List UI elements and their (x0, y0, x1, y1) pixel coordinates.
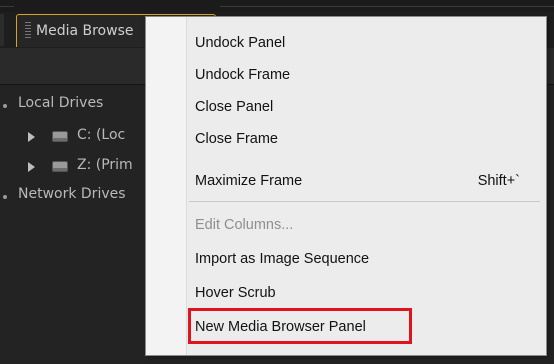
menu-item-label: Edit Columns... (195, 217, 294, 233)
tree-node-icon (3, 195, 7, 199)
tree-item-local-drives[interactable]: Local Drives (18, 95, 103, 111)
grip-icon[interactable] (25, 22, 31, 40)
menu-item-label: Maximize Frame (195, 173, 303, 189)
panel-context-menu: Undock Panel Undock Frame Close Panel Cl… (145, 16, 547, 356)
menu-item-close-panel[interactable]: Close Panel (187, 91, 542, 123)
menu-item-label: Undock Frame (195, 67, 291, 83)
expand-arrow-icon[interactable] (28, 162, 35, 172)
menu-item-shortcut: Shift+` (477, 173, 520, 189)
menu-item-label: Undock Panel (195, 35, 286, 51)
menu-item-new-media-browser-panel[interactable]: New Media Browser Panel (187, 311, 542, 343)
drive-icon (52, 131, 68, 142)
menu-item-label: Close Frame (195, 131, 278, 147)
menu-item-import-image-sequence[interactable]: Import as Image Sequence (187, 243, 542, 275)
menu-item-label: Import as Image Sequence (195, 251, 370, 267)
tab-label: Media Browse (36, 23, 134, 39)
expand-arrow-icon[interactable] (28, 132, 35, 142)
tree-item-drive-z[interactable]: Z: (Prim (77, 157, 133, 173)
menu-item-label: New Media Browser Panel (195, 319, 366, 335)
menu-separator (189, 201, 540, 202)
menu-item-maximize-frame[interactable]: Maximize Frame Shift+` (187, 165, 542, 197)
menu-item-close-frame[interactable]: Close Frame (187, 123, 542, 155)
tree-node-icon (3, 104, 7, 108)
menu-item-edit-columns: Edit Columns... (187, 209, 542, 241)
menu-icon-rail (146, 17, 187, 355)
menu-item-undock-frame[interactable]: Undock Frame (187, 59, 542, 91)
menu-item-label: Hover Scrub (195, 285, 276, 301)
menu-item-label: Close Panel (195, 99, 274, 115)
adjacent-tab[interactable] (0, 14, 4, 46)
menu-item-hover-scrub[interactable]: Hover Scrub (187, 277, 542, 309)
screen: Media Browse Local Drives C: (Loc Z: (Pr… (0, 0, 554, 364)
tree-item-drive-c[interactable]: C: (Loc (77, 127, 125, 143)
tree-item-network-drives[interactable]: Network Drives (18, 186, 126, 202)
menu-item-undock-panel[interactable]: Undock Panel (187, 27, 542, 59)
drive-icon (52, 161, 68, 172)
